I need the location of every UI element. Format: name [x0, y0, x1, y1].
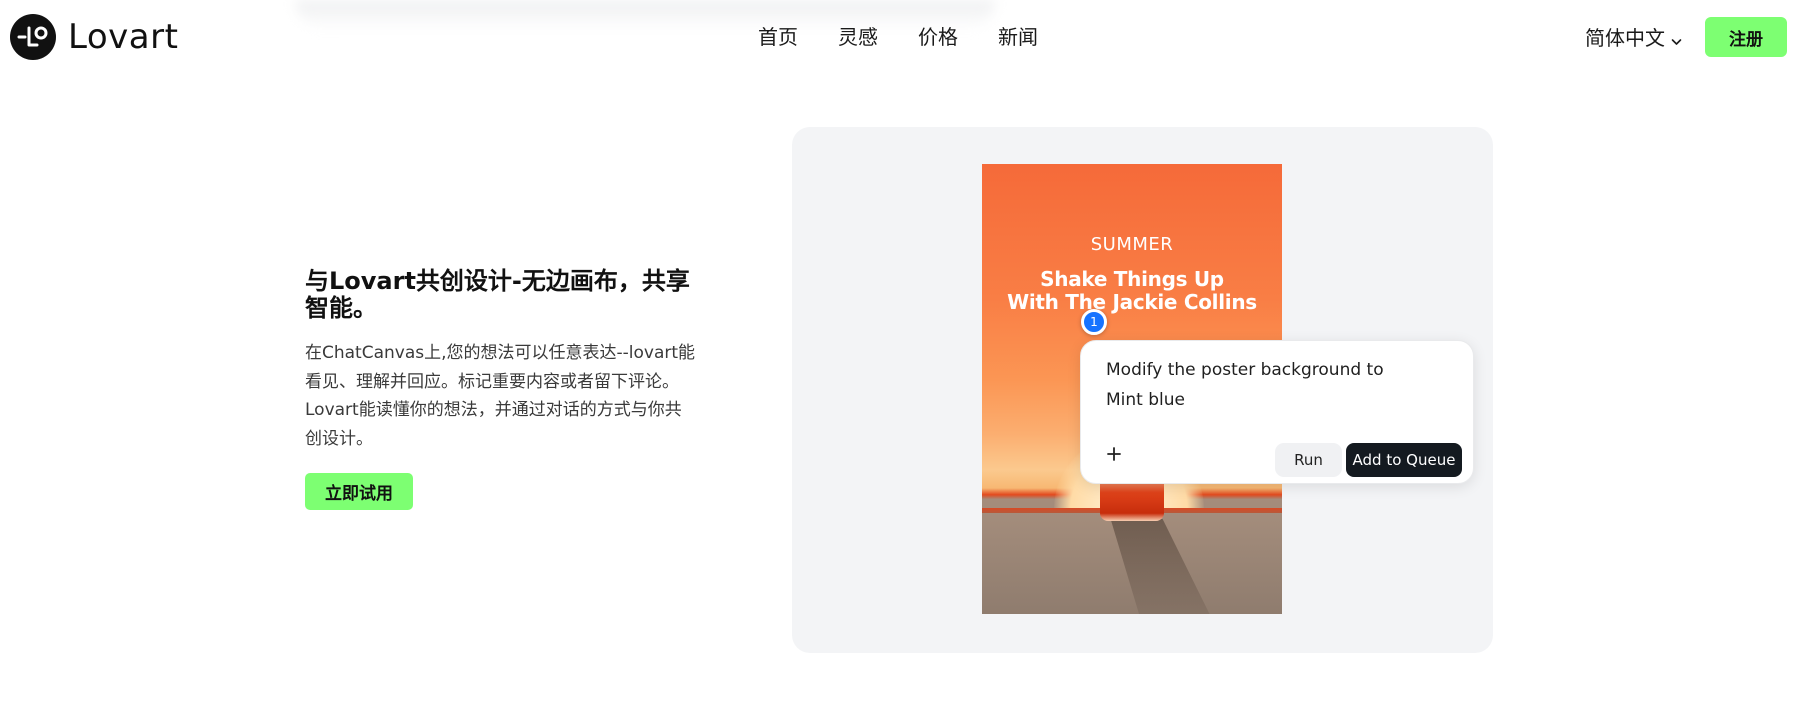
nav-item-home[interactable]: 首页	[758, 22, 798, 52]
hero-title: 与Lovart共创设计-无边画布，共享智能。	[305, 267, 690, 322]
annotation-marker[interactable]: 1	[1081, 309, 1107, 335]
nav-item-inspiration[interactable]: 灵感	[838, 22, 878, 52]
prompt-card: Modify the poster background to Mint blu…	[1080, 340, 1474, 484]
poster-headline: Shake Things Up With The Jackie Collins	[982, 268, 1282, 314]
logo-wordmark: Lovart	[68, 17, 179, 57]
prompt-text[interactable]: Modify the poster background to Mint blu…	[1106, 355, 1406, 415]
try-now-button[interactable]: 立即试用	[305, 473, 413, 510]
showcase-panel: SUMMER Shake Things Up With The Jackie C…	[792, 127, 1493, 653]
lovart-logo-icon	[10, 14, 56, 60]
prompt-text-line-1: Modify the poster background to	[1106, 360, 1384, 380]
poster-headline-line-2: With The Jackie Collins	[1007, 290, 1257, 314]
language-selector[interactable]: 简体中文	[1585, 22, 1682, 54]
add-to-queue-button[interactable]: Add to Queue	[1346, 443, 1462, 477]
chevron-down-icon	[1671, 24, 1682, 54]
logo-link[interactable]: Lovart	[10, 14, 178, 60]
site-header: Lovart 首页 灵感 价格 新闻 简体中文 注册	[0, 0, 1799, 74]
poster-headline-line-1: Shake Things Up	[1040, 267, 1224, 291]
run-button[interactable]: Run	[1275, 443, 1342, 477]
poster-kicker: SUMMER	[1090, 234, 1174, 255]
main-nav: 首页 灵感 价格 新闻	[758, 22, 1038, 52]
nav-item-news[interactable]: 新闻	[998, 22, 1038, 52]
hero-description: 在ChatCanvas上,您的想法可以任意表达--lovart能看见、理解并回应…	[305, 343, 696, 449]
plus-icon[interactable]	[1103, 443, 1125, 465]
prompt-text-line-2: Mint blue	[1106, 390, 1185, 410]
signup-button[interactable]: 注册	[1705, 17, 1787, 57]
language-label: 简体中文	[1585, 26, 1665, 50]
nav-item-pricing[interactable]: 价格	[918, 22, 958, 52]
